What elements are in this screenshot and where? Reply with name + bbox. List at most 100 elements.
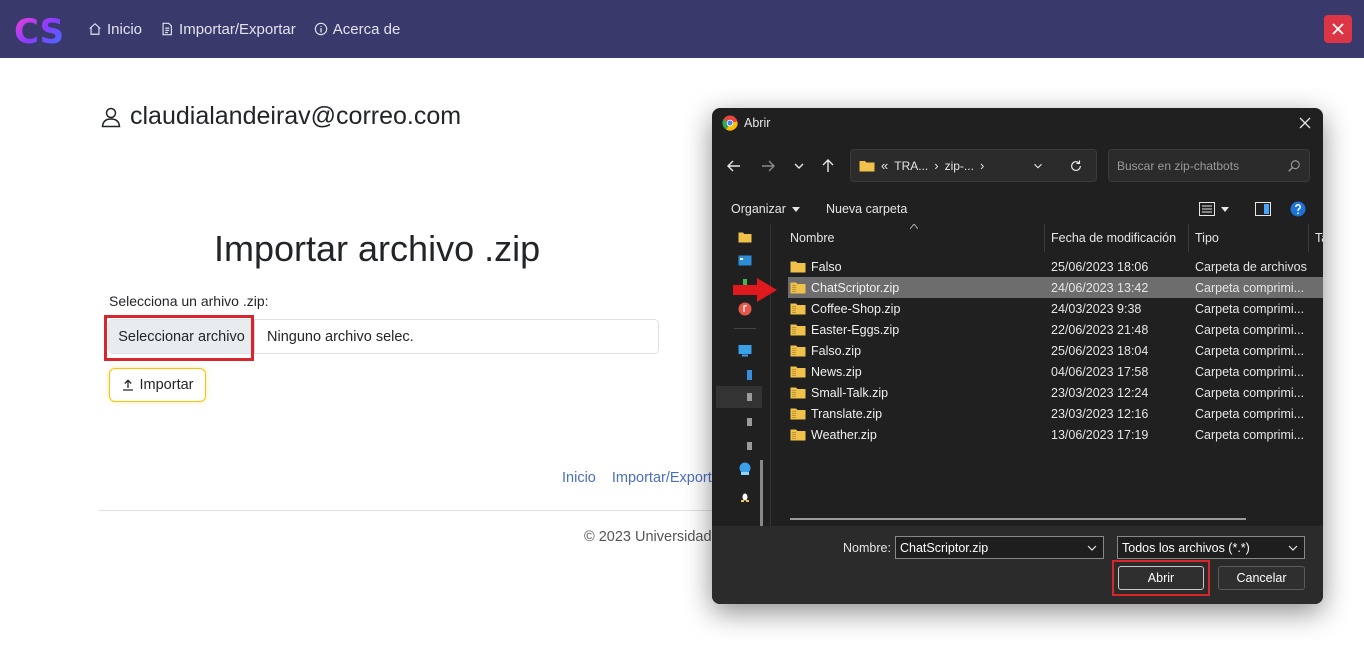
footer-link-importar-exportar[interactable]: Importar/Export <box>612 470 712 486</box>
file-row[interactable]: Falso 25/06/2023 18:06 Carpeta de archiv… <box>788 256 1323 277</box>
app-logo[interactable]: CS <box>14 11 74 49</box>
file-row[interactable]: Translate.zip 23/03/2023 12:16 Carpeta c… <box>788 403 1323 424</box>
view-options-button[interactable] <box>1199 202 1229 216</box>
user-icon <box>101 107 121 127</box>
drive-icon[interactable] <box>746 391 754 403</box>
open-button[interactable]: Abrir <box>1118 566 1204 590</box>
breadcrumb-item[interactable]: TRA... <box>894 159 928 173</box>
drive-icon[interactable] <box>746 440 754 452</box>
nav-link-acerca-de[interactable]: Acerca de <box>314 21 400 38</box>
arrow-left-icon <box>727 160 740 172</box>
dialog-toolbar: Organizar Nueva carpeta <box>712 196 1323 222</box>
file-name: Coffee-Shop.zip <box>811 301 901 316</box>
file-type: Carpeta comprimi... <box>1195 301 1305 316</box>
preview-pane-button[interactable] <box>1255 202 1271 216</box>
file-type: Carpeta comprimi... <box>1195 322 1305 337</box>
breadcrumb-item[interactable]: zip-... <box>945 159 974 173</box>
copyright-text: © 2023 Universidad <box>584 529 712 545</box>
music-icon[interactable] <box>738 302 752 316</box>
network-icon[interactable] <box>738 462 752 476</box>
file-date: 13/06/2023 17:19 <box>1051 427 1149 442</box>
file-row[interactable]: Easter-Eggs.zip 22/06/2023 21:48 Carpeta… <box>788 319 1323 340</box>
nav-link-inicio[interactable]: Inicio <box>88 21 142 38</box>
help-button[interactable] <box>1290 201 1306 217</box>
file-input-label: Selecciona un arhivo .zip: <box>109 293 269 309</box>
file-type: Carpeta comprimi... <box>1195 280 1305 295</box>
chevron-right-icon: › <box>979 158 985 173</box>
close-button[interactable] <box>1324 15 1352 43</box>
svg-text:CS: CS <box>14 12 64 49</box>
file-row[interactable]: Falso.zip 25/06/2023 18:04 Carpeta compr… <box>788 340 1323 361</box>
column-header-name[interactable]: Nombre <box>790 231 834 245</box>
desktop-icon[interactable] <box>738 254 752 268</box>
top-navbar: CS Inicio Importar/Exportar Acerca de <box>0 0 1364 58</box>
chevron-down-icon[interactable] <box>1031 159 1045 173</box>
red-arrow-annotation <box>733 278 777 302</box>
close-icon <box>1332 23 1344 35</box>
list-view-icon <box>1199 202 1215 216</box>
this-pc-icon[interactable] <box>738 344 752 358</box>
sidebar-hover-row[interactable] <box>716 386 762 408</box>
footer-link-inicio[interactable]: Inicio <box>562 470 596 486</box>
folder-icon <box>859 161 875 172</box>
up-button[interactable] <box>818 156 838 176</box>
chevron-down-icon[interactable] <box>1087 544 1097 552</box>
file-list: Falso 25/06/2023 18:06 Carpeta de archiv… <box>788 256 1323 445</box>
file-name: Translate.zip <box>811 406 883 421</box>
column-header-date[interactable]: Fecha de modificación <box>1051 231 1176 245</box>
forward-button[interactable] <box>758 156 778 176</box>
organize-menu[interactable]: Organizar <box>731 202 800 216</box>
sidebar-divider <box>734 328 756 329</box>
drive-icon[interactable] <box>746 416 754 428</box>
column-header-size[interactable]: Ta <box>1315 231 1323 245</box>
column-divider[interactable] <box>1044 224 1045 252</box>
cancel-button[interactable]: Cancelar <box>1218 566 1305 590</box>
file-type: Carpeta comprimi... <box>1195 343 1305 358</box>
recent-locations-button[interactable] <box>789 156 809 176</box>
dialog-close-icon[interactable] <box>1297 115 1313 131</box>
file-name: Small-Talk.zip <box>811 385 889 400</box>
file-date: 25/06/2023 18:04 <box>1051 343 1149 358</box>
file-type-select[interactable]: Todos los archivos (*.*) <box>1117 536 1305 559</box>
file-date: 24/06/2023 13:42 <box>1051 280 1149 295</box>
file-name-label: Nombre: <box>843 541 891 555</box>
file-type-value: Todos los archivos (*.*) <box>1122 540 1250 555</box>
file-date: 24/03/2023 9:38 <box>1051 301 1142 316</box>
column-header-type[interactable]: Tipo <box>1195 231 1219 245</box>
caret-down-icon <box>1221 206 1229 212</box>
dialog-search-input[interactable]: Buscar en zip-chatbots <box>1108 149 1310 182</box>
file-row[interactable]: Small-Talk.zip 23/03/2023 12:24 Carpeta … <box>788 382 1323 403</box>
file-name-input[interactable]: ChatScriptor.zip <box>895 536 1104 559</box>
arrow-right-icon <box>762 160 775 172</box>
column-divider[interactable] <box>1308 224 1309 252</box>
file-row[interactable]: Weather.zip 13/06/2023 17:19 Carpeta com… <box>788 424 1323 445</box>
file-type: Carpeta comprimi... <box>1195 427 1305 442</box>
chrome-icon <box>722 115 738 131</box>
file-row-selected[interactable]: ChatScriptor.zip 24/06/2023 13:42 Carpet… <box>788 277 1323 298</box>
address-bar[interactable]: « TRA... › zip-... › <box>850 149 1097 182</box>
nav-links: Inicio Importar/Exportar Acerca de <box>88 0 400 58</box>
nav-link-importar-exportar[interactable]: Importar/Exportar <box>160 21 296 38</box>
linux-icon[interactable] <box>738 488 752 502</box>
folder-icon[interactable] <box>738 230 752 244</box>
horizontal-scrollbar[interactable] <box>790 518 1246 520</box>
file-icon <box>162 22 172 36</box>
file-name: Weather.zip <box>811 427 877 442</box>
new-folder-button[interactable]: Nueva carpeta <box>826 202 907 216</box>
drive-icon[interactable] <box>746 368 754 382</box>
import-button[interactable]: Importar <box>109 368 206 402</box>
home-icon <box>89 22 101 35</box>
refresh-icon[interactable] <box>1069 159 1083 173</box>
new-folder-label: Nueva carpeta <box>826 202 908 216</box>
file-row[interactable]: Coffee-Shop.zip 24/03/2023 9:38 Carpeta … <box>788 298 1323 319</box>
back-button[interactable] <box>724 156 744 176</box>
address-overflow: « <box>881 158 889 173</box>
caret-down-icon <box>791 206 800 212</box>
file-date: 23/03/2023 12:24 <box>1051 385 1149 400</box>
zip-folder-icon <box>790 387 806 399</box>
file-name: Falso.zip <box>811 343 862 358</box>
column-divider[interactable] <box>1188 224 1189 252</box>
file-row[interactable]: News.zip 04/06/2023 17:58 Carpeta compri… <box>788 361 1323 382</box>
file-name: News.zip <box>811 364 862 379</box>
zip-folder-icon <box>790 345 806 357</box>
